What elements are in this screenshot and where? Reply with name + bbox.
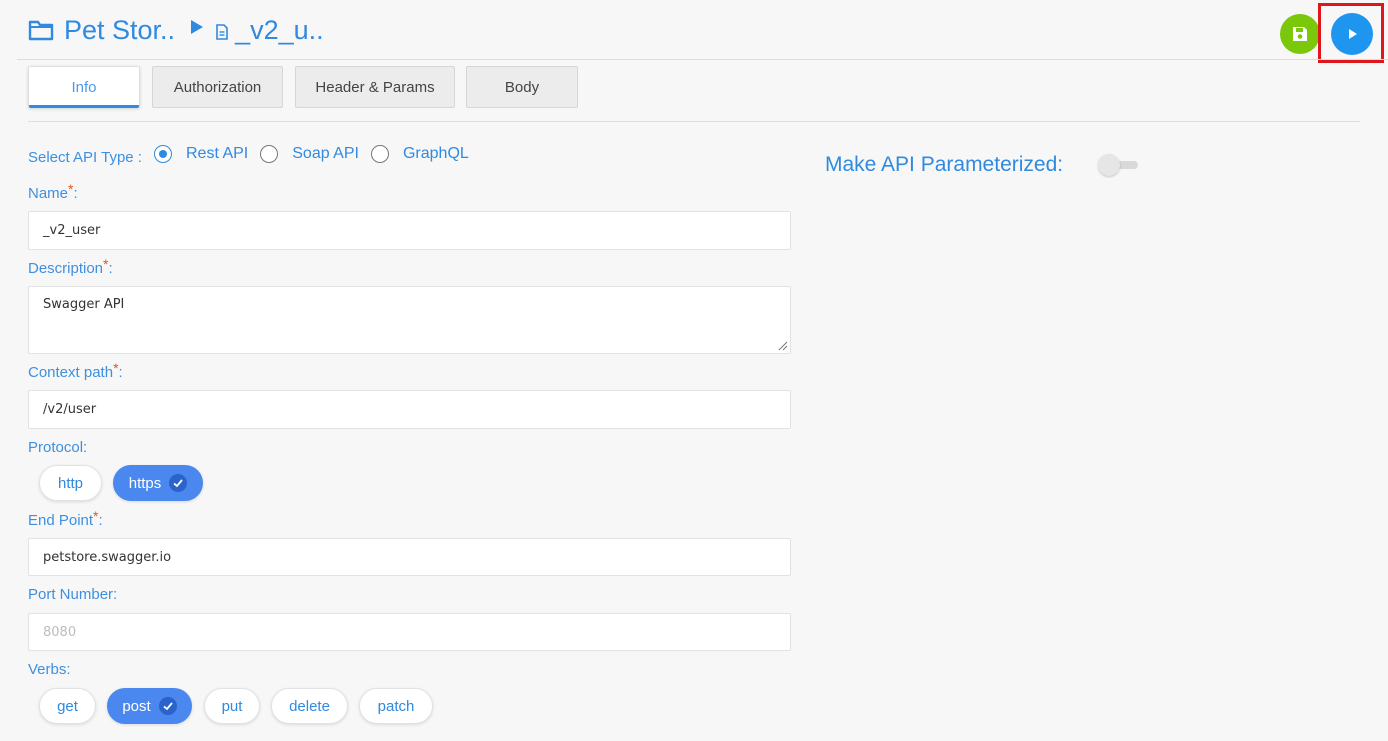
description-value: Swagger API xyxy=(43,297,125,312)
radio-rest-api-label[interactable]: Rest API xyxy=(186,145,248,163)
tab-authorization[interactable]: Authorization xyxy=(152,66,283,108)
required-marker: * xyxy=(113,360,119,376)
context-path-input[interactable]: /v2/user xyxy=(28,390,791,429)
name-input[interactable]: _v2_user xyxy=(28,211,791,250)
api-name[interactable]: _v2_u.. xyxy=(235,15,324,46)
description-label: Description*: xyxy=(28,256,113,277)
tabs-divider xyxy=(28,121,1360,122)
verb-put-chip[interactable]: put xyxy=(204,688,260,724)
tab-body[interactable]: Body xyxy=(466,66,578,108)
breadcrumb: Pet Stor.. _v2_u.. xyxy=(28,12,324,48)
name-label: Name*: xyxy=(28,181,78,202)
protocol-label: Protocol: xyxy=(28,439,88,456)
folder-icon xyxy=(28,20,54,41)
resize-handle-icon[interactable] xyxy=(778,341,788,351)
check-icon xyxy=(158,697,177,715)
port-number-label: Port Number: xyxy=(28,586,118,603)
check-icon xyxy=(169,474,188,492)
verb-delete-chip[interactable]: delete xyxy=(271,688,348,724)
caret-right-icon xyxy=(191,20,204,34)
port-number-input[interactable]: 8080 xyxy=(28,613,791,651)
required-marker: * xyxy=(68,181,74,197)
context-path-label: Context path*: xyxy=(28,360,123,381)
protocol-https-chip[interactable]: https xyxy=(113,465,203,501)
description-textarea[interactable]: Swagger API xyxy=(28,286,791,354)
required-marker: * xyxy=(103,256,109,272)
tab-header-params[interactable]: Header & Params xyxy=(295,66,455,108)
radio-soap-api[interactable] xyxy=(260,145,279,163)
run-button[interactable] xyxy=(1331,13,1373,55)
save-button[interactable] xyxy=(1280,14,1320,54)
floppy-disk-icon xyxy=(1293,27,1307,41)
file-icon xyxy=(216,24,228,40)
play-icon xyxy=(1349,29,1357,39)
tab-info[interactable]: Info xyxy=(28,66,140,108)
api-type-radio-group: Rest API Soap API GraphQL xyxy=(154,145,481,163)
radio-rest-api[interactable] xyxy=(154,145,172,163)
radio-graphql-label[interactable]: GraphQL xyxy=(403,145,469,163)
radio-graphql[interactable] xyxy=(370,145,389,163)
required-marker: * xyxy=(93,508,99,524)
endpoint-label: End Point*: xyxy=(28,508,103,529)
verbs-label: Verbs: xyxy=(28,661,71,678)
verb-post-chip[interactable]: post xyxy=(107,688,192,724)
endpoint-input[interactable]: petstore.swagger.io xyxy=(28,538,791,576)
collection-name[interactable]: Pet Stor.. xyxy=(64,15,175,46)
verb-get-chip[interactable]: get xyxy=(39,688,96,724)
radio-soap-api-label[interactable]: Soap API xyxy=(292,145,359,163)
make-api-parameterized-label: Make API Parameterized: xyxy=(825,153,1064,176)
header-divider xyxy=(17,59,1388,60)
toggle-knob xyxy=(1098,154,1120,176)
api-type-label: Select API Type : xyxy=(28,149,142,166)
parameterize-toggle[interactable] xyxy=(1098,154,1138,176)
verb-patch-chip[interactable]: patch xyxy=(359,688,433,724)
protocol-http-chip[interactable]: http xyxy=(39,465,102,501)
